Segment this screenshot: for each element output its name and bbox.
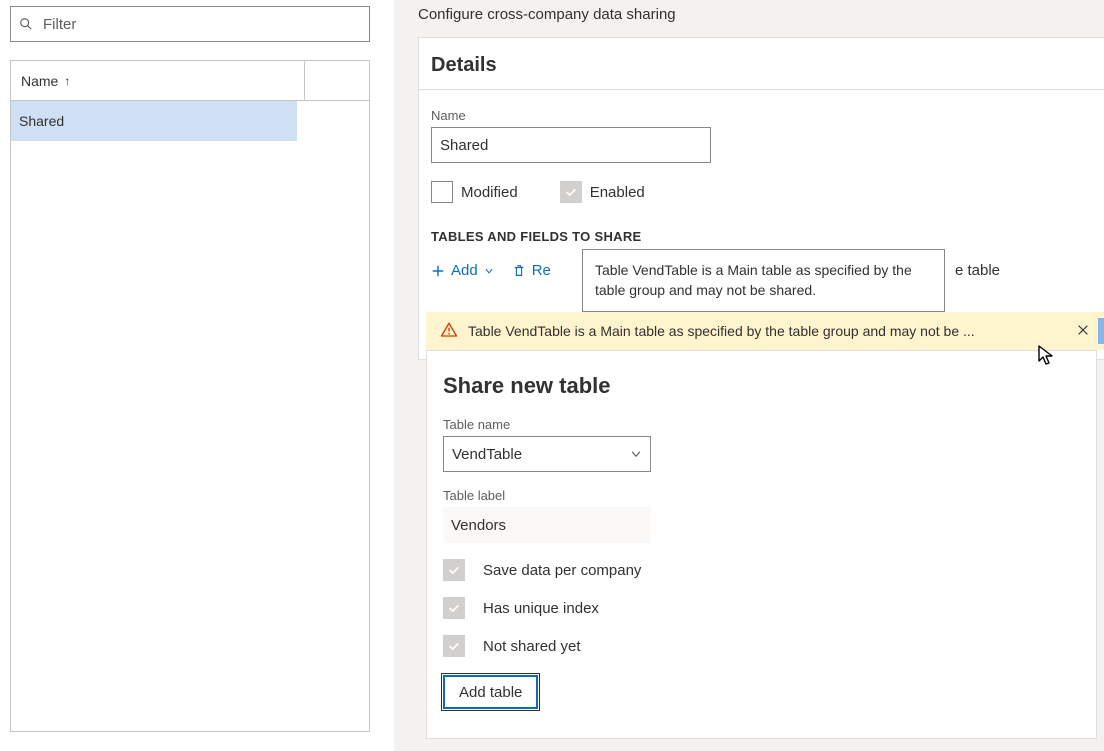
list-row[interactable]: Shared (11, 101, 297, 141)
left-list-pane: Name ↑ Shared (0, 0, 394, 751)
save-data-per-company-checkbox[interactable]: Save data per company (443, 559, 1080, 581)
table-name-value: VendTable (452, 446, 522, 463)
name-input[interactable] (431, 127, 711, 163)
sort-ascending-icon: ↑ (64, 74, 70, 88)
name-field-label: Name (431, 108, 1092, 123)
search-icon (19, 17, 33, 31)
table-label-value-field: Vendors (443, 507, 651, 543)
column-header-name[interactable]: Name ↑ (19, 61, 305, 100)
filter-box[interactable] (10, 6, 370, 42)
enabled-checkbox-label: Enabled (590, 184, 645, 201)
records-grid: Name ↑ Shared (10, 60, 370, 732)
add-button-label: Add (451, 262, 478, 279)
tooltip-text: Table VendTable is a Main table as speci… (595, 262, 912, 298)
enabled-checkbox[interactable]: Enabled (560, 181, 645, 203)
not-shared-yet-label: Not shared yet (483, 638, 581, 655)
remove-button-label: Re (532, 262, 551, 279)
grid-header-row: Name ↑ (11, 61, 369, 101)
warning-message-bar: Table VendTable is a Main table as speci… (426, 312, 1104, 350)
plus-icon (431, 264, 445, 278)
list-row-text: Shared (19, 113, 64, 129)
share-new-table-dialog: Share new table Table name VendTable Tab… (426, 350, 1097, 739)
not-shared-yet-checkbox[interactable]: Not shared yet (443, 635, 1080, 657)
chevron-down-icon (484, 266, 494, 276)
page-title: Configure cross-company data sharing (418, 0, 1104, 37)
scroll-indicator[interactable] (1098, 318, 1104, 344)
table-label-value: Vendors (451, 517, 506, 534)
checkbox-checked-disabled-icon (443, 635, 465, 657)
has-unique-index-label: Has unique index (483, 600, 599, 617)
remove-button[interactable]: Re (512, 262, 551, 279)
warning-tooltip: Table VendTable is a Main table as speci… (582, 249, 945, 312)
add-table-button[interactable]: Add table (443, 675, 538, 709)
filter-input[interactable] (41, 15, 361, 34)
table-name-combo[interactable]: VendTable (443, 436, 651, 472)
tables-section-caption: TABLES AND FIELDS TO SHARE (431, 229, 1092, 244)
checkbox-checked-disabled-icon (443, 559, 465, 581)
add-table-button-label: Add table (459, 684, 522, 701)
partial-command-tail[interactable]: e table (955, 262, 1000, 279)
close-warning-button[interactable] (1072, 319, 1094, 344)
warning-message-text: Table VendTable is a Main table as speci… (468, 323, 1062, 339)
details-header: Details (419, 38, 1104, 90)
chevron-down-icon (630, 448, 642, 460)
modified-checkbox[interactable]: Modified (431, 181, 518, 203)
checkbox-checked-disabled-icon (560, 181, 582, 203)
warning-icon (440, 321, 458, 342)
modified-checkbox-label: Modified (461, 184, 518, 201)
add-button[interactable]: Add (431, 262, 494, 279)
close-icon (1076, 323, 1090, 337)
checkbox-checked-disabled-icon (443, 597, 465, 619)
trash-icon (512, 264, 526, 278)
has-unique-index-checkbox[interactable]: Has unique index (443, 597, 1080, 619)
table-label-label: Table label (443, 488, 1080, 503)
column-header-label: Name (21, 73, 58, 89)
checkbox-icon (431, 181, 453, 203)
save-data-label: Save data per company (483, 562, 641, 579)
dialog-title: Share new table (443, 373, 1080, 399)
table-name-label: Table name (443, 417, 1080, 432)
partial-command-text: e table (955, 262, 1000, 279)
